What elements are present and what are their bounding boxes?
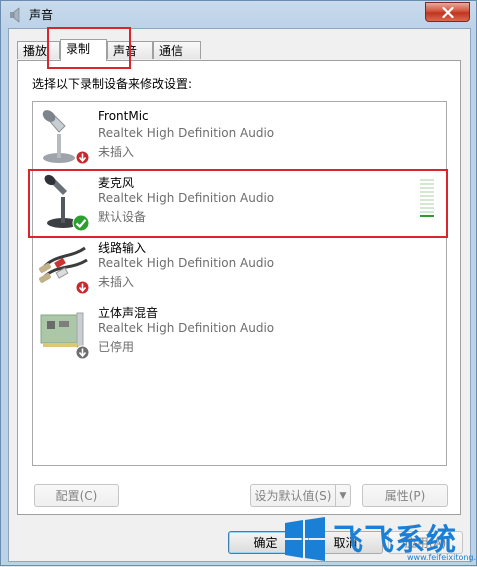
recording-panel: 选择以下录制设备来修改设置: FrontMic Realtek High Def… (17, 60, 461, 515)
close-icon (441, 6, 454, 18)
input-level-meter (420, 179, 434, 221)
instruction-text: 选择以下录制设备来修改设置: (32, 77, 193, 91)
level-meter-segment (420, 199, 434, 201)
device-driver: Realtek High Definition Audio (98, 321, 275, 335)
device-status: 未插入 (98, 145, 135, 159)
device-status: 已停用 (98, 340, 135, 354)
device-status: 未插入 (98, 275, 135, 289)
level-meter-segment (420, 211, 434, 213)
level-meter-segment (420, 191, 434, 193)
window-title: 声音 (29, 8, 54, 22)
level-meter-segment (420, 207, 434, 209)
set-default-dropdown[interactable]: ▼ (335, 484, 351, 507)
chevron-down-icon: ▼ (339, 490, 347, 501)
disabled-badge-icon (75, 345, 90, 363)
watermark-url: www.feifeixitong.com (407, 553, 477, 562)
windows-logo-icon (283, 517, 327, 561)
close-button[interactable] (425, 2, 470, 22)
properties-button[interactable]: 属性(P) (362, 484, 448, 507)
level-meter-segment (420, 179, 434, 181)
device-status: 默认设备 (98, 210, 147, 224)
tab-communications[interactable]: 通信 (153, 41, 201, 59)
device-list[interactable]: FrontMic Realtek High Definition Audio 未… (32, 101, 447, 466)
set-default-button[interactable]: 设为默认值(S) (250, 484, 336, 507)
device-driver: Realtek High Definition Audio (98, 256, 275, 270)
device-frontmic[interactable]: FrontMic Realtek High Definition Audio 未… (33, 106, 446, 168)
title-bar[interactable]: 声音 (1, 1, 476, 27)
watermark: 飞飞系统 www.feifeixitong.com (283, 515, 477, 567)
device-microphone[interactable]: 麦克风 Realtek High Definition Audio 默认设备 (33, 171, 446, 233)
tab-sounds[interactable]: 声音 (107, 41, 153, 59)
device-name: 麦克风 (98, 176, 135, 190)
level-meter-segment (420, 195, 434, 197)
device-name: FrontMic (98, 109, 149, 123)
level-meter-segment (420, 187, 434, 189)
level-meter-segment (420, 203, 434, 205)
device-name: 线路输入 (98, 241, 147, 255)
tab-playback[interactable]: 播放 (17, 41, 60, 59)
device-driver: Realtek High Definition Audio (98, 126, 275, 140)
unplugged-badge-icon (75, 280, 90, 298)
device-driver: Realtek High Definition Audio (98, 191, 275, 205)
device-line-in[interactable]: 线路输入 Realtek High Definition Audio 未插入 (33, 236, 446, 298)
unplugged-badge-icon (75, 150, 90, 168)
speaker-icon (8, 7, 24, 23)
dialog-client-area: 播放 录制 声音 通信 选择以下录制设备来修改设置: FrontMic Real… (8, 27, 471, 562)
level-meter-segment (420, 215, 434, 217)
device-stereo-mix[interactable]: 立体声混音 Realtek High Definition Audio 已停用 (33, 301, 446, 363)
sound-dialog: 声音 播放 录制 声音 通信 选择以下录制设备来修改设置: FrontMic R… (0, 0, 477, 566)
device-name: 立体声混音 (98, 306, 159, 320)
configure-button[interactable]: 配置(C) (34, 484, 119, 507)
level-meter-segment (420, 183, 434, 185)
tab-recording[interactable]: 录制 (60, 39, 107, 61)
default-check-icon (72, 214, 90, 235)
